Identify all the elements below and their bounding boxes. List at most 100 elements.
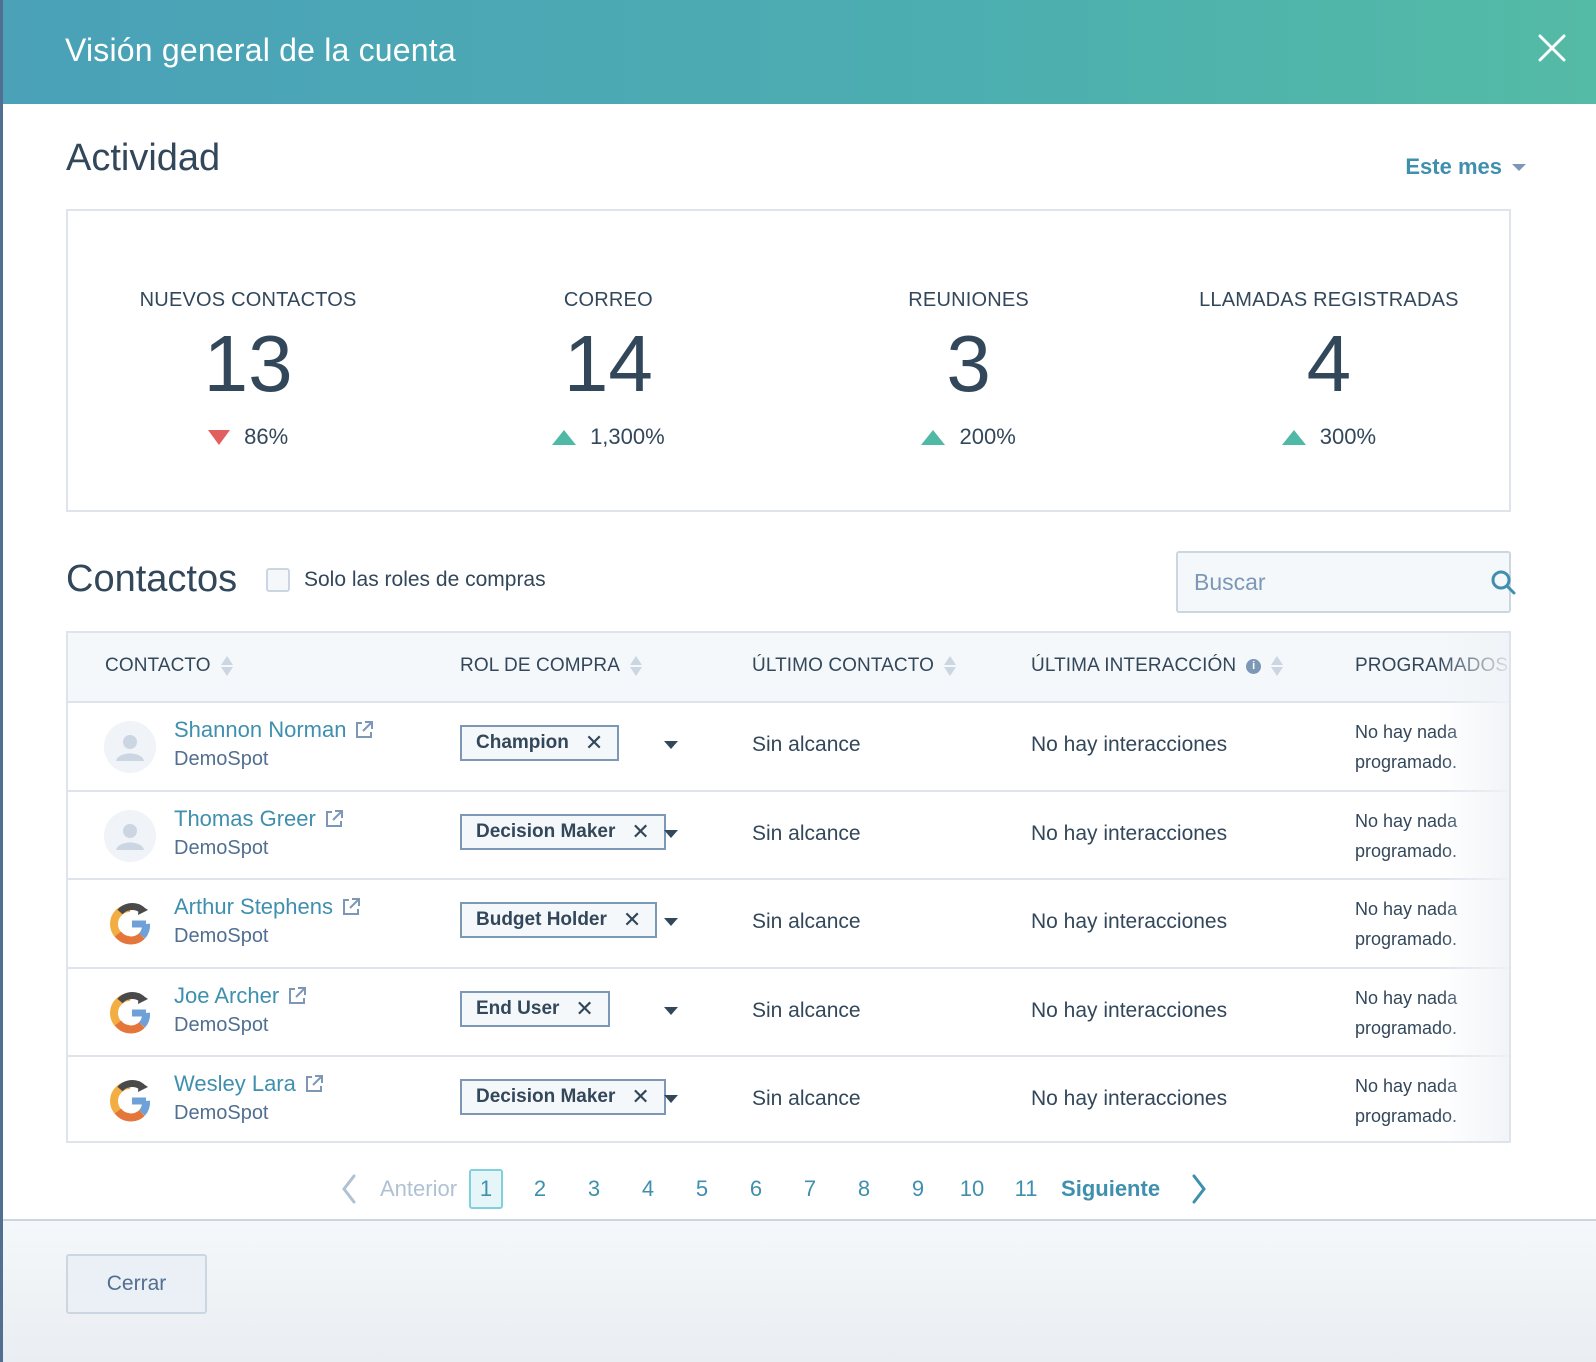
company-name: DemoSpot [174, 1102, 269, 1124]
page-10-button[interactable]: 10 [945, 1176, 999, 1202]
page-9-button[interactable]: 9 [891, 1176, 945, 1202]
buying-role-label: Champion [476, 732, 569, 753]
chevron-right-icon[interactable] [1188, 1172, 1210, 1206]
last-contact-cell: Sin alcance [752, 998, 861, 1022]
chevron-left-icon[interactable] [338, 1172, 360, 1206]
contact-name-link[interactable]: Shannon Norman [174, 717, 374, 743]
external-link-icon[interactable] [341, 897, 361, 917]
company-name: DemoSpot [174, 748, 269, 770]
remove-role-icon[interactable]: ✕ [631, 1084, 649, 1110]
contact-name: Joe Archer [174, 982, 280, 1008]
sort-icon[interactable] [220, 656, 233, 676]
activity-stats: NUEVOS CONTACTOS 13 86% CORREO 14 1,300%… [66, 209, 1511, 512]
external-link-icon[interactable] [354, 720, 374, 740]
page-4-button[interactable]: 4 [621, 1176, 675, 1202]
column-header-buying-role[interactable]: ROL DE COMPRA [460, 655, 643, 677]
company-logo-avatar [104, 986, 156, 1039]
scheduled-cell: No hay nada programado. [1355, 722, 1458, 772]
contact-name-link[interactable]: Thomas Greer [174, 806, 344, 832]
column-header-last-contact[interactable]: ÚLTIMO CONTACTO [752, 655, 956, 677]
page-3-button[interactable]: 3 [567, 1176, 621, 1202]
stat-change-value: 86% [244, 424, 289, 449]
role-dropdown-caret-icon[interactable] [664, 918, 678, 926]
stat-change: 200% [921, 424, 1016, 450]
column-label: CONTACTO [105, 655, 211, 676]
stat-label: CORREO [563, 289, 653, 311]
buying-role-label: Decision Maker [476, 820, 616, 842]
buying-role-tag: Decision Maker ✕ [460, 813, 666, 850]
stat-change: 300% [1281, 424, 1377, 450]
stat-change-value: 300% [1319, 424, 1377, 449]
buying-roles-label: Solo las roles de compras [304, 568, 546, 591]
page-8-button[interactable]: 8 [837, 1176, 891, 1202]
company-logo-avatar [104, 1075, 156, 1127]
column-header-contact[interactable]: CONTACTO [105, 655, 233, 677]
role-dropdown-caret-icon[interactable] [664, 829, 678, 838]
next-page-button[interactable]: Siguiente [1061, 1176, 1160, 1202]
contact-name-link[interactable]: Joe Archer [174, 983, 307, 1009]
column-label: ÚLTIMO CONTACTO [752, 655, 934, 676]
search-icon[interactable] [1490, 569, 1516, 595]
company-name: DemoSpot [174, 836, 269, 859]
last-contact-cell: Sin alcance [752, 733, 861, 756]
last-contact-cell: Sin alcance [752, 821, 861, 845]
remove-role-icon[interactable]: ✕ [575, 996, 593, 1022]
scheduled-cell: No hay nada programado. [1355, 1076, 1458, 1126]
stat-change-value: 1,300% [590, 424, 665, 449]
page-11-button[interactable]: 11 [999, 1176, 1053, 1202]
contact-name-link[interactable]: Arthur Stephens [174, 894, 361, 920]
remove-role-icon[interactable]: ✕ [623, 907, 641, 933]
external-link-icon[interactable] [304, 1074, 324, 1094]
stat-change-value: 200% [959, 424, 1016, 449]
last-contact-cell: Sin alcance [752, 910, 861, 933]
table-header: CONTACTO ROL DE COMPRA ÚLTIMO CONTACTO Ú… [68, 633, 1509, 703]
role-dropdown-caret-icon[interactable] [664, 1006, 678, 1015]
previous-page-button[interactable]: Anterior [380, 1176, 457, 1202]
stat-new-contacts: NUEVOS CONTACTOS 13 86% [68, 211, 428, 510]
search-box[interactable] [1176, 551, 1516, 613]
column-label: ROL DE COMPRA [460, 655, 621, 676]
sort-icon[interactable] [630, 656, 643, 676]
sort-icon[interactable] [1271, 656, 1284, 676]
scheduled-cell: No hay nada programado. [1355, 987, 1458, 1038]
modal-title: Visión general de la cuenta [65, 32, 456, 68]
stat-meetings: REUNIONES 3 200% [789, 211, 1149, 510]
stat-change: 1,300% [552, 424, 665, 450]
buying-roles-filter[interactable]: Solo las roles de compras [266, 568, 546, 592]
contact-name: Shannon Norman [174, 717, 347, 742]
close-icon[interactable] [1538, 34, 1566, 62]
buying-roles-checkbox[interactable] [266, 568, 290, 592]
search-input[interactable] [1194, 568, 1490, 596]
page-6-button[interactable]: 6 [729, 1176, 783, 1202]
last-interaction-cell: No hay interacciones [1031, 821, 1228, 845]
page-5-button[interactable]: 5 [675, 1176, 729, 1202]
remove-role-icon[interactable]: ✕ [585, 730, 603, 756]
remove-role-icon[interactable]: ✕ [631, 819, 649, 845]
table-row: Thomas Greer DemoSpot Decision Maker ✕ S… [68, 792, 1509, 880]
stat-value: 3 [946, 319, 991, 408]
stat-value: 14 [563, 319, 653, 408]
buying-role-label: Budget Holder [476, 909, 607, 930]
last-interaction-cell: No hay interacciones [1031, 998, 1228, 1022]
stat-change: 86% [208, 424, 288, 450]
column-header-scheduled[interactable]: PROGRAMADOS [1355, 655, 1508, 677]
period-dropdown[interactable]: Este mes [1405, 154, 1526, 180]
buying-role-label: Decision Maker [476, 1086, 616, 1107]
sort-icon[interactable] [944, 656, 956, 676]
company-name: DemoSpot [174, 925, 269, 947]
role-dropdown-caret-icon[interactable] [664, 1095, 678, 1103]
page-2-button[interactable]: 2 [513, 1176, 567, 1202]
external-link-icon[interactable] [287, 986, 307, 1006]
role-dropdown-caret-icon[interactable] [664, 741, 678, 749]
contact-name-link[interactable]: Wesley Lara [174, 1071, 324, 1097]
trend-up-icon [1281, 429, 1306, 445]
column-header-last-interaction[interactable]: ÚLTIMA INTERACCIÓN i [1031, 655, 1284, 677]
close-button[interactable]: Cerrar [66, 1254, 207, 1314]
page-7-button[interactable]: 7 [783, 1176, 837, 1202]
info-icon[interactable]: i [1246, 658, 1262, 674]
table-row: Arthur Stephens DemoSpot Budget Holder ✕… [68, 880, 1509, 969]
column-label: PROGRAMADOS [1355, 655, 1509, 676]
person-avatar [104, 721, 156, 773]
page-1-button[interactable]: 1 [469, 1169, 504, 1209]
external-link-icon[interactable] [324, 809, 344, 829]
